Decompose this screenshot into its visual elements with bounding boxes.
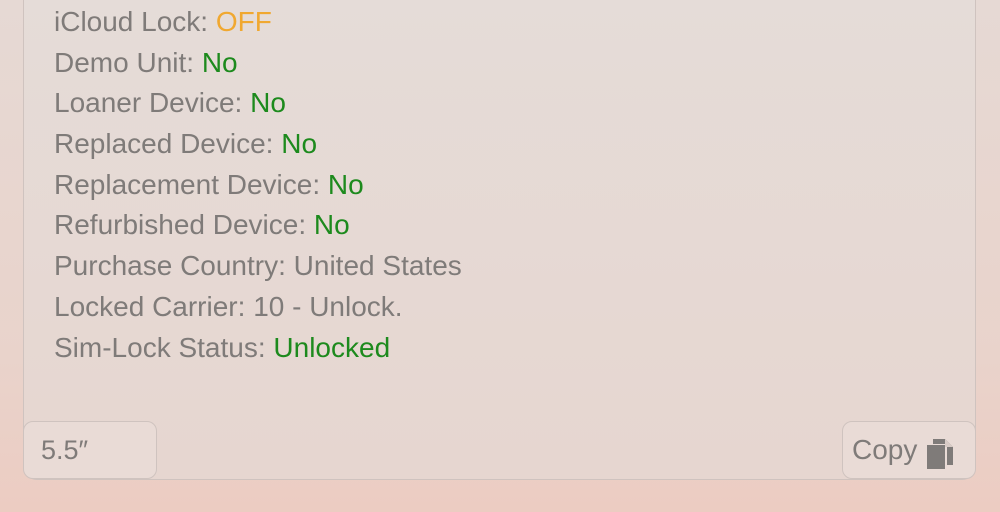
info-value: Unlocked xyxy=(273,331,391,363)
info-label: Purchase Country: xyxy=(54,250,294,282)
info-value: No xyxy=(313,209,350,241)
info-row-refurbished-device: Refurbished Device: No xyxy=(54,207,462,248)
info-label: Replacement Device: xyxy=(54,168,328,200)
copy-icon xyxy=(927,434,954,469)
info-label: Demo Unit: xyxy=(54,46,202,78)
info-label: iCloud Lock: xyxy=(54,6,216,37)
info-row-replaced-device: Replaced Device: No xyxy=(54,126,462,167)
info-value: No xyxy=(250,87,286,119)
info-row-loaner-device: Loaner Device: No xyxy=(54,85,462,126)
info-label: Replaced Device: xyxy=(54,128,282,160)
copy-button-label: Copy xyxy=(852,434,918,465)
info-value: No xyxy=(201,46,238,78)
info-row-sim-lock-status: Sim-Lock Status: Unlocked xyxy=(54,330,462,371)
screen-size-value: 5.5″ xyxy=(41,435,89,465)
info-row-icloud-lock: iCloud Lock: OFF xyxy=(54,4,462,45)
info-value: United States xyxy=(293,250,462,282)
device-info-list: iCloud Lock: OFF Demo Unit: No Loaner De… xyxy=(54,4,462,370)
info-row-replacement-device: Replacement Device: No xyxy=(54,167,462,208)
info-value: 10 - Unlock. xyxy=(253,290,403,322)
info-label: Locked Carrier: xyxy=(54,290,254,322)
info-value: No xyxy=(327,168,364,200)
info-label: Sim-Lock Status: xyxy=(54,331,274,363)
info-label: Loaner Device: xyxy=(54,87,251,119)
info-value: No xyxy=(281,128,318,160)
screen-size-field: 5.5″ xyxy=(23,421,157,479)
copy-button[interactable]: Copy xyxy=(842,421,976,479)
info-row-demo-unit: Demo Unit: No xyxy=(54,45,462,86)
info-value: OFF xyxy=(215,6,272,37)
info-label: Refurbished Device: xyxy=(54,209,314,241)
info-row-locked-carrier: Locked Carrier: 10 - Unlock. xyxy=(54,289,462,330)
info-row-purchase-country: Purchase Country: United States xyxy=(54,248,462,289)
